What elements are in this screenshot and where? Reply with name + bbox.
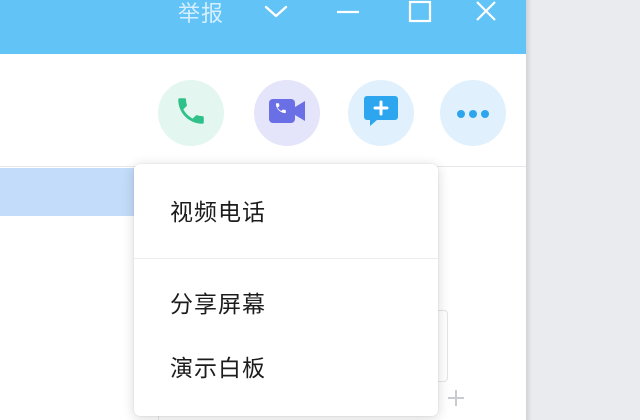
- plus-icon[interactable]: [446, 388, 466, 408]
- minimize-button[interactable]: [328, 0, 368, 24]
- chat-action-bar: [0, 54, 526, 170]
- chat-plus-icon: [363, 94, 399, 132]
- close-icon: [474, 0, 498, 24]
- maximize-icon: [408, 0, 432, 24]
- maximize-button[interactable]: [400, 0, 440, 24]
- menu-item-label: 演示白板: [170, 356, 266, 382]
- phone-icon: [174, 94, 208, 132]
- share-button[interactable]: [348, 80, 414, 146]
- close-button[interactable]: [466, 0, 506, 24]
- minimize-icon: [335, 4, 361, 20]
- collapse-button[interactable]: [256, 0, 296, 24]
- chat-window: 举报 视频电话 分享屏幕 演示白板: [0, 0, 526, 420]
- chevron-down-icon: [263, 4, 289, 20]
- menu-item-label: 分享屏幕: [170, 292, 266, 318]
- more-icon: [455, 104, 491, 123]
- voice-call-button[interactable]: [158, 80, 224, 146]
- menu-item-share-screen[interactable]: 分享屏幕: [134, 274, 438, 330]
- title-bar[interactable]: 举报: [0, 0, 526, 54]
- selected-conversation-row[interactable]: [0, 168, 134, 216]
- video-icon: [268, 96, 306, 130]
- menu-item-label: 视频电话: [170, 200, 266, 226]
- more-button[interactable]: [440, 80, 506, 146]
- menu-item-whiteboard[interactable]: 演示白板: [134, 338, 438, 394]
- window-title: 举报: [178, 2, 225, 27]
- call-options-dropdown: 视频电话 分享屏幕 演示白板: [134, 164, 438, 416]
- menu-item-video-call[interactable]: 视频电话: [134, 182, 438, 238]
- video-call-button[interactable]: [254, 80, 320, 146]
- window-shadow: [526, 0, 532, 420]
- menu-divider: [134, 258, 438, 259]
